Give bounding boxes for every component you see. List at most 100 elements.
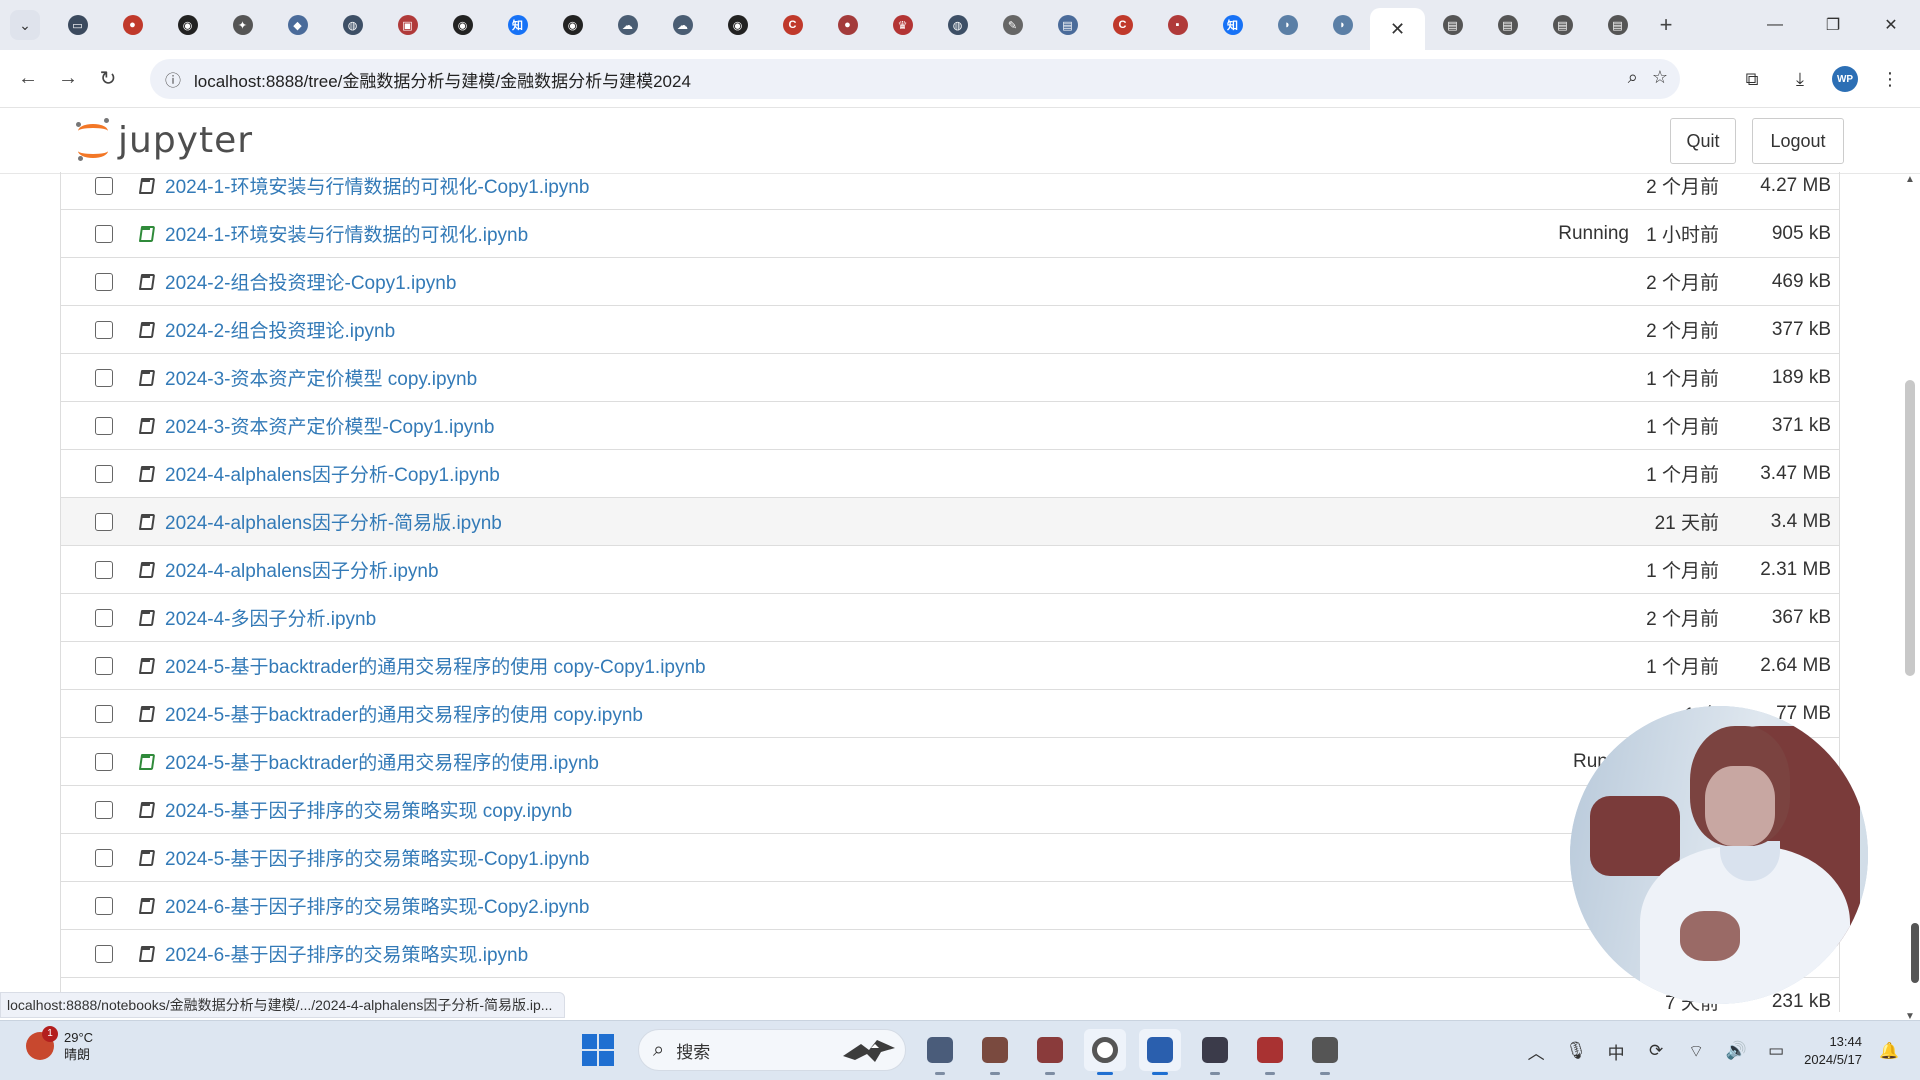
browser-tab[interactable]: ▤ bbox=[1040, 5, 1095, 45]
row-checkbox[interactable] bbox=[95, 416, 113, 435]
browser-tab[interactable]: ◉ bbox=[160, 5, 215, 45]
notebook-link[interactable]: 2024-2-组合投资理论-Copy1.ipynb bbox=[165, 268, 456, 295]
notebook-link[interactable]: 2024-5-基于因子排序的交易策略实现-Copy1.ipynb bbox=[165, 844, 589, 871]
taskbar-app[interactable] bbox=[919, 1029, 961, 1075]
taskbar-search[interactable]: ⌕ 搜索 bbox=[638, 1029, 906, 1071]
row-checkbox[interactable] bbox=[95, 656, 113, 675]
browser-tab[interactable]: ◉ bbox=[435, 5, 490, 45]
notebook-link[interactable]: 2024-3-资本资产定价模型 copy.ipynb bbox=[165, 364, 477, 391]
browser-tab[interactable]: ● bbox=[105, 5, 160, 45]
forward-icon[interactable]: → bbox=[48, 59, 88, 99]
notebook-link[interactable]: 2024-4-多因子分析.ipynb bbox=[165, 604, 376, 631]
browser-tab[interactable]: ✎ bbox=[985, 5, 1040, 45]
new-tab-icon[interactable]: + bbox=[1651, 12, 1681, 38]
page-scrollbar[interactable]: ▲ ▼ bbox=[1900, 172, 1920, 1022]
start-button[interactable] bbox=[582, 1034, 614, 1066]
browser-tab[interactable]: ◆ bbox=[270, 5, 325, 45]
notebook-link[interactable]: 2024-1-环境安装与行情数据的可视化.ipynb bbox=[165, 220, 528, 247]
browser-tab[interactable]: 知 bbox=[1205, 5, 1260, 45]
back-icon[interactable]: ← bbox=[8, 59, 48, 99]
browser-tab[interactable]: ♛ bbox=[875, 5, 930, 45]
notebook-row[interactable]: 2024-1-环境安装与行情数据的可视化.ipynb Running 1 小时前 90… bbox=[61, 210, 1839, 258]
browser-tab[interactable]: ▤ bbox=[1535, 5, 1590, 45]
notebook-row[interactable]: 2024-4-alphalens因子分析.ipynb 1 个月前 2.31 MB bbox=[61, 546, 1839, 594]
notebook-link[interactable]: 2024-4-alphalens因子分析.ipynb bbox=[165, 556, 439, 583]
clock[interactable]: 13:44 2024/5/17 bbox=[1804, 1033, 1862, 1069]
weather-widget[interactable]: 1 29°C 晴朗 bbox=[26, 1026, 93, 1063]
notebook-link[interactable]: 2024-5-基于backtrader的通用交易程序的使用 copy-Copy1… bbox=[165, 652, 706, 679]
address-bar[interactable]: ⓘ localhost:8888/tree/金融数据分析与建模/金融数据分析与建… bbox=[150, 59, 1680, 99]
sync-icon[interactable]: ⟳ bbox=[1636, 1041, 1676, 1061]
row-checkbox[interactable] bbox=[95, 800, 113, 819]
close-tab-icon[interactable]: ✕ bbox=[1388, 19, 1408, 39]
browser-tab[interactable]: ▪ bbox=[1150, 5, 1205, 45]
browser-tab[interactable]: ◉ bbox=[710, 5, 765, 45]
browser-tab[interactable]: ▤ bbox=[1590, 5, 1645, 45]
row-checkbox[interactable] bbox=[95, 704, 113, 723]
notebook-row[interactable]: 2024-3-资本资产定价模型 copy.ipynb 1 个月前 189 kB bbox=[61, 354, 1839, 402]
browser-tab[interactable]: ✦ bbox=[215, 5, 270, 45]
taskbar-app[interactable] bbox=[1084, 1029, 1126, 1075]
row-checkbox[interactable] bbox=[95, 272, 113, 291]
scroll-up-icon[interactable]: ▲ bbox=[1905, 174, 1915, 185]
browser-tab[interactable]: ◍ bbox=[930, 5, 985, 45]
row-checkbox[interactable] bbox=[95, 944, 113, 963]
notebook-link[interactable]: 2024-5-基于backtrader的通用交易程序的使用.ipynb bbox=[165, 748, 599, 775]
ime-icon[interactable]: 中 bbox=[1596, 1039, 1636, 1064]
zoom-icon[interactable]: ⌕ bbox=[1628, 67, 1638, 88]
secondary-scroll-thumb[interactable] bbox=[1911, 923, 1919, 983]
row-checkbox[interactable] bbox=[95, 896, 113, 915]
browser-menu-icon[interactable]: ⋮ bbox=[1874, 59, 1906, 99]
restore-icon[interactable]: ❐ bbox=[1804, 0, 1862, 50]
battery-icon[interactable]: ▭ bbox=[1756, 1041, 1796, 1061]
browser-tab[interactable]: 知 bbox=[490, 5, 545, 45]
taskbar-app[interactable] bbox=[1249, 1029, 1291, 1075]
notebook-link[interactable]: 2024-5-基于因子排序的交易策略实现 copy.ipynb bbox=[165, 796, 572, 823]
wifi-icon[interactable]: ⌔ bbox=[1676, 1041, 1716, 1062]
notebook-link[interactable]: 2024-5-基于backtrader的通用交易程序的使用 copy.ipynb bbox=[165, 700, 643, 727]
browser-tab[interactable]: ☁ bbox=[655, 5, 710, 45]
browser-tab[interactable]: ▤ bbox=[1480, 5, 1535, 45]
url-text[interactable]: localhost:8888/tree/金融数据分析与建模/金融数据分析与建模2… bbox=[194, 67, 691, 92]
reload-icon[interactable]: ↻ bbox=[88, 59, 128, 99]
active-tab[interactable]: ✕ bbox=[1370, 8, 1425, 50]
row-checkbox[interactable] bbox=[95, 608, 113, 627]
notebook-row[interactable]: 2024-2-组合投资理论-Copy1.ipynb 2 个月前 469 kB bbox=[61, 258, 1839, 306]
bookmark-star-icon[interactable]: ☆ bbox=[1652, 67, 1668, 88]
browser-tab[interactable]: ● bbox=[820, 5, 875, 45]
microphone-icon[interactable]: 🎙 bbox=[1556, 1041, 1596, 1061]
download-icon[interactable]: ⤓ bbox=[1784, 59, 1816, 99]
notebook-link[interactable]: 2024-2-组合投资理论.ipynb bbox=[165, 316, 395, 343]
notebook-link[interactable]: 2024-3-资本资产定价模型-Copy1.ipynb bbox=[165, 412, 494, 439]
extensions-icon[interactable]: ⧉ bbox=[1736, 59, 1768, 99]
tab-search-button[interactable]: ⌄ bbox=[10, 10, 40, 40]
notebook-row[interactable]: 2024-3-资本资产定价模型-Copy1.ipynb 1 个月前 371 kB bbox=[61, 402, 1839, 450]
browser-tab[interactable]: C bbox=[765, 5, 820, 45]
row-checkbox[interactable] bbox=[95, 224, 113, 243]
notebook-row[interactable]: 2024-2-组合投资理论.ipynb 2 个月前 377 kB bbox=[61, 306, 1839, 354]
browser-tab[interactable]: ▤ bbox=[1425, 5, 1480, 45]
browser-tab[interactable]: ◍ bbox=[325, 5, 380, 45]
notebook-row[interactable]: 2024-4-alphalens因子分析-简易版.ipynb 21 天前 3.4 M… bbox=[61, 498, 1839, 546]
jupyter-logo[interactable]: jupyter bbox=[76, 118, 253, 162]
notebook-link[interactable]: 2024-6-基于因子排序的交易策略实现.ipynb bbox=[165, 940, 528, 967]
taskbar-app[interactable] bbox=[974, 1029, 1016, 1075]
quit-button[interactable]: Quit bbox=[1670, 118, 1736, 164]
notebook-link[interactable]: 2024-4-alphalens因子分析-Copy1.ipynb bbox=[165, 460, 500, 487]
browser-tab[interactable]: C bbox=[1095, 5, 1150, 45]
notebook-row[interactable]: 2024-5-基于backtrader的通用交易程序的使用 copy-Copy1… bbox=[61, 642, 1839, 690]
logout-button[interactable]: Logout bbox=[1752, 118, 1844, 164]
taskbar-app[interactable] bbox=[1139, 1029, 1181, 1075]
taskbar-app[interactable] bbox=[1194, 1029, 1236, 1075]
browser-tab[interactable]: ▣ bbox=[380, 5, 435, 45]
notebook-row[interactable]: 2024-4-alphalens因子分析-Copy1.ipynb 1 个月前 3.4… bbox=[61, 450, 1839, 498]
row-checkbox[interactable] bbox=[95, 560, 113, 579]
browser-tab[interactable]: ◉ bbox=[545, 5, 600, 45]
notebook-link[interactable]: 2024-4-alphalens因子分析-简易版.ipynb bbox=[165, 508, 502, 535]
close-window-icon[interactable]: ✕ bbox=[1862, 0, 1920, 50]
row-checkbox[interactable] bbox=[95, 368, 113, 387]
notebook-link[interactable]: 2024-1-环境安装与行情数据的可视化-Copy1.ipynb bbox=[165, 172, 589, 199]
taskbar-app[interactable] bbox=[1029, 1029, 1071, 1075]
row-checkbox[interactable] bbox=[95, 320, 113, 339]
site-info-icon[interactable]: ⓘ bbox=[160, 67, 186, 91]
